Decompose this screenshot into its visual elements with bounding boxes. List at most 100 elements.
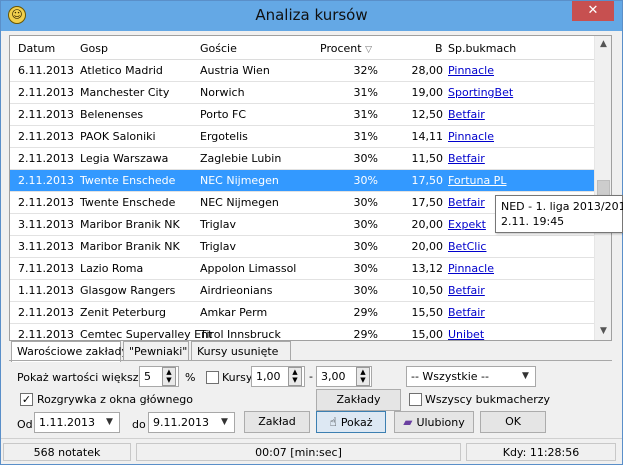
cell-percent: 31% xyxy=(353,108,378,121)
table-row[interactable]: 7.11.2013 Lazio Roma Appolon Limassol 30% 13… xyxy=(10,258,596,280)
cell-date: 2.11.2013 xyxy=(18,86,74,99)
match-tooltip: NED - 1. liga 2013/2014 2.11. 19:45 xyxy=(495,195,623,233)
favorite-button[interactable]: ▰ Ulubiony xyxy=(394,411,474,433)
date-from-value: 1.11.2013 xyxy=(39,416,95,429)
cell-bookmaker[interactable]: Unibet xyxy=(448,328,484,340)
bets-button[interactable]: Zakłady xyxy=(316,389,401,411)
calendar-dropdown-icon[interactable]: ▼ xyxy=(102,414,117,431)
odds-table: Datum Gosp Goście Procent ▽ B Sp.bukmach… xyxy=(9,35,612,341)
cell-home: Manchester City xyxy=(80,86,170,99)
all-bookmakers-label: Wszyscy bukmacherzy xyxy=(425,393,551,406)
cell-date: 2.11.2013 xyxy=(18,108,74,121)
date-from-picker[interactable]: 1.11.2013 ▼ xyxy=(34,412,120,433)
title-bar[interactable]: ☺ Analiza kursów ✕ xyxy=(1,1,622,31)
chevron-down-icon: ▼ xyxy=(522,371,529,381)
hand-pointer-icon: ☝ xyxy=(329,415,337,429)
analysis-window: ☺ Analiza kursów ✕ Datum Gosp Goście Pro… xyxy=(0,0,623,465)
table-header: Datum Gosp Goście Procent ▽ B Sp.bukmach xyxy=(10,36,596,60)
tab-sure-bets[interactable]: "Pewniaki" xyxy=(123,341,189,361)
sort-descending-icon: ▽ xyxy=(365,45,372,55)
league-select-value: -- Wszystkie -- xyxy=(411,370,489,383)
scroll-down-icon[interactable]: ▼ xyxy=(595,323,611,340)
column-header-away[interactable]: Goście xyxy=(200,42,237,55)
window-title: Analiza kursów xyxy=(255,6,368,24)
main-window-checkbox[interactable]: ✓ xyxy=(20,393,33,406)
kursy-to-spinner[interactable]: ▲ ▼ xyxy=(356,367,370,386)
cell-odds: 17,50 xyxy=(411,174,444,187)
tab-removed-odds[interactable]: Kursy usunięte xyxy=(191,341,291,361)
league-select[interactable]: -- Wszystkie -- ▼ xyxy=(406,366,536,387)
cell-percent: 29% xyxy=(353,306,378,319)
date-to-label: do xyxy=(132,418,146,431)
cell-away: Tirol Innsbruck xyxy=(200,328,281,341)
cell-bookmaker[interactable]: BetClic xyxy=(448,240,486,253)
table-row[interactable]: 2.11.2013 Manchester City Norwich 31% 19,00 S… xyxy=(10,82,596,104)
kursy-from-spinner[interactable]: ▲ ▼ xyxy=(288,367,302,386)
cell-bookmaker[interactable]: Betfair xyxy=(448,196,485,209)
cell-home: Zenit Peterburg xyxy=(80,306,167,319)
threshold-label: Pokaż wartości większe niż xyxy=(17,371,139,384)
cell-bookmaker[interactable]: Pinnacle xyxy=(448,64,494,77)
cell-away: Airdrieonians xyxy=(200,284,273,297)
cell-odds: 28,00 xyxy=(411,64,444,77)
main-window-label: Rozgrywka z okna głównego xyxy=(37,393,193,406)
table-row[interactable]: 2.11.2013 Cemtec Supervalley Ent Tirol Inn… xyxy=(10,324,596,341)
column-header-percent[interactable]: Procent ▽ xyxy=(320,42,372,55)
table-row[interactable]: 2.11.2013 Zenit Peterburg Amkar Perm 29% 15,… xyxy=(10,302,596,324)
cell-home: Cemtec Supervalley Ent xyxy=(80,328,213,341)
cell-bookmaker[interactable]: Betfair xyxy=(448,108,485,121)
cell-date: 6.11.2013 xyxy=(18,64,74,77)
cell-odds: 15,00 xyxy=(411,328,444,341)
cell-percent: 29% xyxy=(353,328,378,341)
threshold-spinner[interactable]: ▲ ▼ xyxy=(162,367,176,386)
cell-bookmaker[interactable]: Betfair xyxy=(448,306,485,319)
cell-date: 2.11.2013 xyxy=(18,130,74,143)
show-button-label: Pokaż xyxy=(340,416,373,429)
kursy-to-value: 3,00 xyxy=(321,370,346,383)
bet-button[interactable]: Zakład xyxy=(244,411,310,433)
column-header-bookmaker[interactable]: Sp.bukmach xyxy=(448,42,516,55)
cell-date: 2.11.2013 xyxy=(18,306,74,319)
table-row[interactable]: 2.11.2013 PAOK Saloniki Ergotelis 31% 14,11 P… xyxy=(10,126,596,148)
table-row[interactable]: 2.11.2013 Twente Enschede NEC Nijmegen 30% 1… xyxy=(10,170,596,192)
cell-away: Norwich xyxy=(200,86,245,99)
table-row[interactable]: 6.11.2013 Atletico Madrid Austria Wien 32% 2… xyxy=(10,60,596,82)
tooltip-league: NED - 1. liga 2013/2014 xyxy=(501,200,623,213)
kursy-label: Kursy xyxy=(222,371,253,384)
cell-percent: 30% xyxy=(353,196,378,209)
table-row[interactable]: 1.11.2013 Glasgow Rangers Airdrieonians 30%… xyxy=(10,280,596,302)
ok-button[interactable]: OK xyxy=(480,411,546,433)
kursy-checkbox[interactable] xyxy=(206,371,219,384)
cell-percent: 30% xyxy=(353,218,378,231)
table-row[interactable]: 3.11.2013 Maribor Branik NK Triglav 30% 20,0… xyxy=(10,236,596,258)
tab-value-bets[interactable]: Warościowe zakłady xyxy=(11,341,128,362)
cell-bookmaker[interactable]: Betfair xyxy=(448,284,485,297)
cell-bookmaker[interactable]: Betfair xyxy=(448,152,485,165)
vertical-scrollbar[interactable]: ▲ ▼ xyxy=(594,36,611,340)
calendar-dropdown-icon[interactable]: ▼ xyxy=(217,414,232,431)
cell-date: 3.11.2013 xyxy=(18,240,74,253)
cell-percent: 30% xyxy=(353,240,378,253)
close-button[interactable]: ✕ xyxy=(572,1,614,21)
all-bookmakers-checkbox[interactable] xyxy=(409,393,422,406)
cell-bookmaker[interactable]: Fortuna PL xyxy=(448,174,506,187)
column-header-date[interactable]: Datum xyxy=(18,42,55,55)
scroll-up-icon[interactable]: ▲ xyxy=(595,36,611,53)
cell-home: Maribor Branik NK xyxy=(80,218,180,231)
elapsed-timer: 00:07 [min:sec] xyxy=(136,443,461,461)
cell-bookmaker[interactable]: SportingBet xyxy=(448,86,513,99)
column-header-b[interactable]: B xyxy=(435,42,443,55)
table-row[interactable]: 2.11.2013 Belenenses Porto FC 31% 12,50 Betfa… xyxy=(10,104,596,126)
show-button[interactable]: ☝ Pokaż xyxy=(316,411,386,433)
column-header-home[interactable]: Gosp xyxy=(80,42,108,55)
cell-away: Porto FC xyxy=(200,108,247,121)
cell-bookmaker[interactable]: Pinnacle xyxy=(448,262,494,275)
date-to-picker[interactable]: 9.11.2013 ▼ xyxy=(148,412,235,433)
cell-odds: 20,00 xyxy=(411,218,444,231)
cell-away: Triglav xyxy=(200,218,236,231)
table-row[interactable]: 2.11.2013 Legia Warszawa Zaglebie Lubin 30%… xyxy=(10,148,596,170)
cell-bookmaker[interactable]: Expekt xyxy=(448,218,486,231)
cell-home: Twente Enschede xyxy=(80,174,176,187)
cell-away: NEC Nijmegen xyxy=(200,174,279,187)
cell-bookmaker[interactable]: Pinnacle xyxy=(448,130,494,143)
